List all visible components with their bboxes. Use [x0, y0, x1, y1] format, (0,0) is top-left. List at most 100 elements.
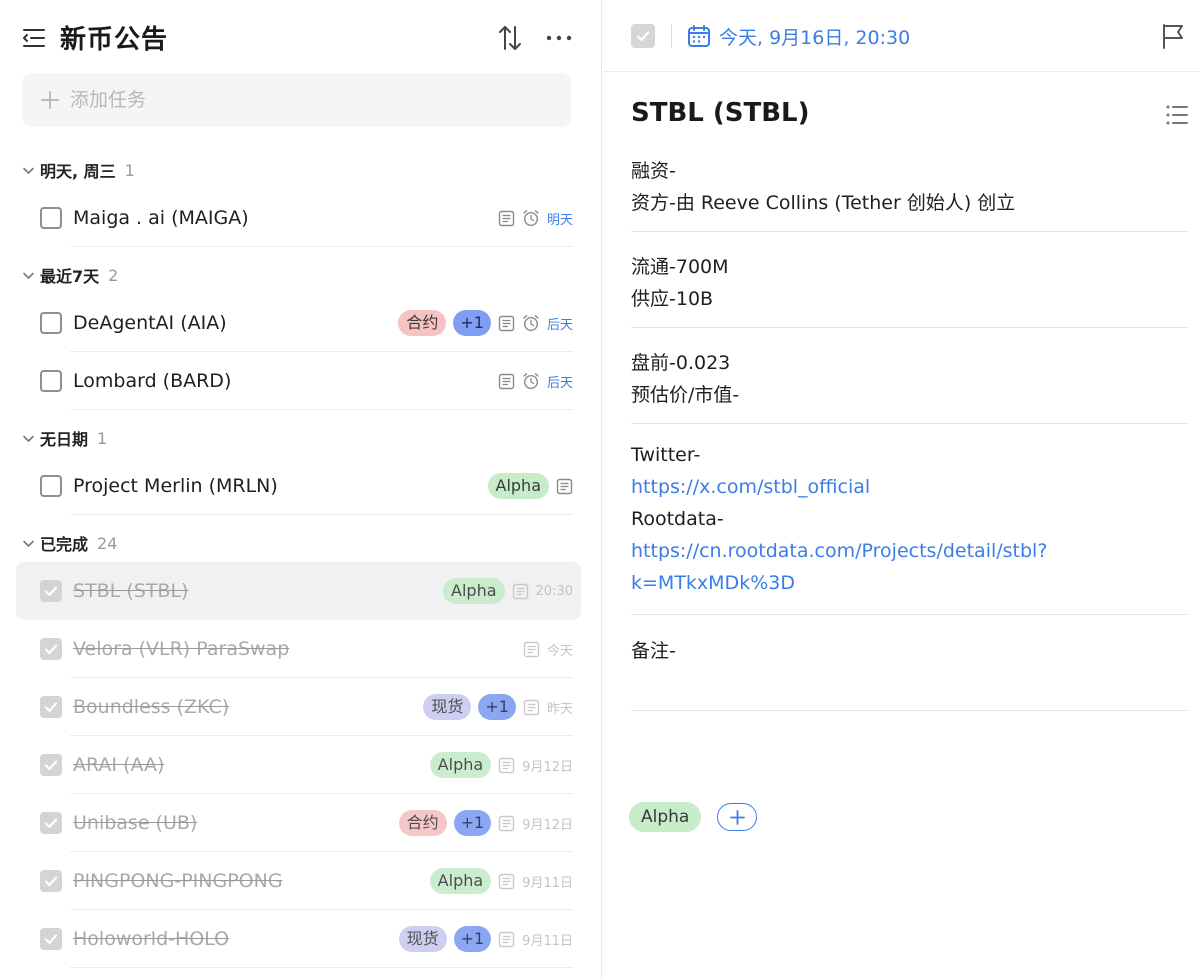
circulation-line[interactable]: 流通-700M: [631, 252, 729, 279]
task-date: 20:30: [535, 583, 573, 599]
sort-icon[interactable]: [496, 24, 524, 52]
menu-collapse-icon[interactable]: [22, 26, 48, 50]
task-checkbox[interactable]: [40, 207, 62, 229]
twitter-label: Twitter-: [631, 444, 701, 466]
task-row[interactable]: ARAI (AA) Alpha 9月12日: [16, 736, 581, 794]
backer-line[interactable]: 资方-由 Reeve Collins (Tether 创始人) 创立: [631, 188, 1015, 215]
task-row[interactable]: STBL (STBL) Alpha 20:30: [16, 562, 581, 620]
detail-due-date[interactable]: 今天, 9月16日, 20:30: [719, 23, 910, 50]
section-header[interactable]: 明天, 周三 1: [22, 154, 135, 186]
funding-line[interactable]: 融资-: [631, 156, 676, 183]
notes-label[interactable]: 备注-: [631, 636, 676, 663]
checkmark-icon: [44, 934, 58, 945]
note-icon: [498, 757, 515, 773]
add-tag-button[interactable]: [717, 803, 758, 831]
section-header[interactable]: 最近7天 2: [22, 259, 118, 291]
task-checkbox[interactable]: [40, 870, 62, 892]
task-row[interactable]: Unibase (UB) 合约 +1 9月12日: [16, 794, 581, 852]
section-count: 24: [97, 533, 118, 553]
add-task-bar[interactable]: [22, 73, 571, 127]
task-checkbox[interactable]: [40, 580, 62, 602]
add-task-input[interactable]: [70, 89, 550, 111]
list-title: 新币公告: [60, 25, 169, 55]
task-row[interactable]: Lombard (BARD) 后天: [16, 352, 581, 410]
task-row[interactable]: Project Merlin (MRLN) Alpha: [16, 457, 581, 515]
section-name: 无日期: [40, 430, 89, 449]
twitter-link[interactable]: https://x.com/stbl_official: [631, 476, 870, 498]
calendar-icon[interactable]: [687, 24, 711, 48]
task-tag: 合约: [398, 310, 447, 336]
task-meta: 后天: [498, 372, 573, 391]
task-tag: 合约: [398, 810, 447, 836]
task-tag: 现货: [423, 694, 472, 720]
task-title: Holoworld-HOLO: [73, 928, 230, 950]
chevron-down-icon: [23, 167, 34, 174]
task-checkbox[interactable]: [40, 370, 62, 392]
task-title: Velora (VLR) ParaSwap: [73, 638, 290, 660]
detail-title[interactable]: STBL (STBL): [631, 98, 810, 128]
alarm-clock-icon: [523, 373, 539, 390]
task-row[interactable]: Holoworld-HOLO 现货 +1 9月11日: [16, 910, 581, 968]
task-checkbox[interactable]: [40, 475, 62, 497]
task-title: DeAgentAI (AIA): [73, 312, 227, 334]
task-checkbox[interactable]: [40, 812, 62, 834]
note-icon: [498, 315, 515, 331]
task-tag: Alpha: [429, 752, 492, 778]
content-divider: [631, 614, 1188, 615]
section-name: 最近7天: [40, 267, 100, 286]
task-tag: +1: [478, 694, 516, 720]
task-detail-pane: 今天, 9月16日, 20:30 STBL (STBL) 融资- 资方-由 Re…: [603, 0, 1200, 978]
task-title: Unibase (UB): [73, 812, 198, 834]
task-meta: Alpha 9月12日: [429, 752, 573, 778]
task-date: 9月12日: [522, 759, 573, 775]
checkmark-icon: [44, 702, 58, 713]
valuation-line[interactable]: 预估价/市值-: [631, 380, 739, 407]
task-checkbox[interactable]: [40, 696, 62, 718]
premarket-line[interactable]: 盘前-0.023: [631, 348, 730, 375]
section-name: 已完成: [40, 535, 89, 554]
task-tag: +1: [453, 926, 492, 952]
task-meta: Alpha 20:30: [443, 578, 573, 604]
rootdata-link-continued[interactable]: k=MTkxMDk%3D: [631, 572, 795, 594]
task-row[interactable]: Boundless (ZKC) 现货 +1 昨天: [16, 678, 581, 736]
task-checkbox[interactable]: [40, 312, 62, 334]
note-icon: [498, 873, 515, 889]
task-meta: Alpha 9月11日: [429, 868, 573, 894]
list-header: 新币公告: [0, 0, 602, 72]
header-separator: [671, 24, 672, 48]
task-row[interactable]: PINGPONG-PINGPONG Alpha 9月11日: [16, 852, 581, 910]
content-divider: [631, 423, 1188, 424]
task-checkbox[interactable]: [40, 754, 62, 776]
detail-complete-checkbox[interactable]: [631, 24, 655, 48]
task-meta: 合约 +1 9月12日: [398, 810, 573, 836]
rootdata-label: Rootdata-: [631, 508, 724, 530]
more-icon[interactable]: [544, 24, 574, 52]
section-count: 1: [124, 160, 135, 180]
chevron-down-icon: [23, 435, 34, 442]
supply-line[interactable]: 供应-10B: [631, 284, 713, 311]
checkmark-icon: [44, 586, 58, 597]
rootdata-link[interactable]: https://cn.rootdata.com/Projects/detail/…: [631, 540, 1047, 562]
section-header[interactable]: 已完成 24: [22, 527, 117, 559]
task-meta: 现货 +1 昨天: [423, 694, 573, 720]
flag-icon[interactable]: [1159, 22, 1187, 50]
task-title: Boundless (ZKC): [73, 696, 230, 718]
task-title: STBL (STBL): [73, 580, 189, 602]
task-row[interactable]: Maiga . ai (MAIGA) 明天: [16, 189, 581, 247]
task-row[interactable]: Velora (VLR) ParaSwap 今天: [16, 620, 581, 678]
chevron-down-icon: [23, 540, 34, 547]
list-icon[interactable]: [1165, 104, 1189, 126]
content-divider: [631, 327, 1188, 328]
task-title: Maiga . ai (MAIGA): [73, 207, 249, 229]
plus-icon: [730, 810, 746, 825]
checkmark-icon: [44, 760, 58, 771]
note-icon: [556, 478, 573, 494]
task-row[interactable]: DeAgentAI (AIA) 合约 +1 后天: [16, 294, 581, 352]
task-date: 后天: [546, 317, 573, 333]
section-header[interactable]: 无日期 1: [22, 422, 107, 454]
task-checkbox[interactable]: [40, 638, 62, 660]
row-divider: [70, 967, 573, 968]
task-title: PINGPONG-PINGPONG: [73, 870, 283, 892]
detail-tag[interactable]: Alpha: [629, 802, 702, 832]
task-checkbox[interactable]: [40, 928, 62, 950]
